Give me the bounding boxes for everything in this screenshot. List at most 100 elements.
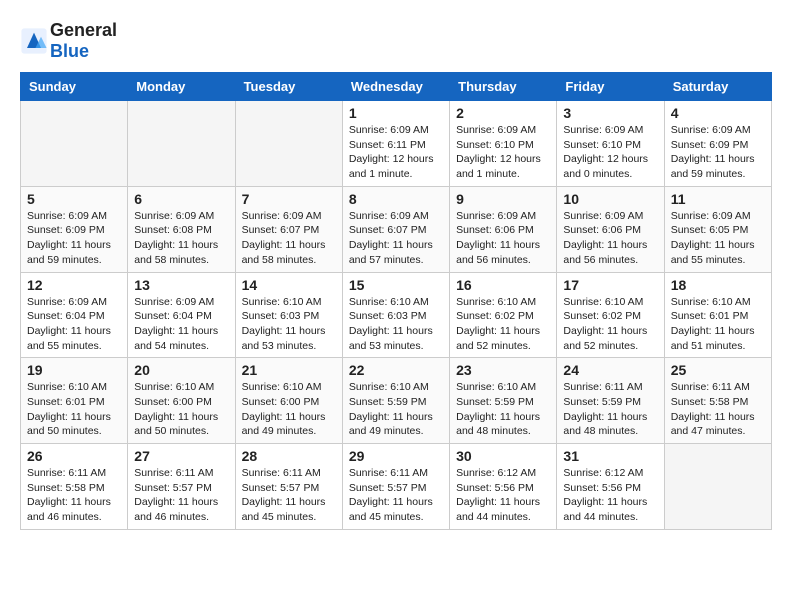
calendar-cell: 18 Sunrise: 6:10 AM Sunset: 6:01 PM Dayli…: [664, 272, 771, 358]
weekday-header: Wednesday: [342, 73, 449, 101]
day-number: 18: [671, 277, 765, 293]
day-number: 10: [563, 191, 657, 207]
day-number: 20: [134, 362, 228, 378]
day-number: 24: [563, 362, 657, 378]
day-info: Sunrise: 6:10 AM Sunset: 6:01 PM Dayligh…: [671, 295, 765, 354]
weekday-header: Friday: [557, 73, 664, 101]
weekday-header: Saturday: [664, 73, 771, 101]
calendar-cell: 15 Sunrise: 6:10 AM Sunset: 6:03 PM Dayli…: [342, 272, 449, 358]
calendar-cell: 29 Sunrise: 6:11 AM Sunset: 5:57 PM Dayli…: [342, 444, 449, 530]
calendar-table: SundayMondayTuesdayWednesdayThursdayFrid…: [20, 72, 772, 530]
calendar-week-row: 26Sunrise: 6:11 AM Sunset: 5:58 PM Dayli…: [21, 444, 772, 530]
day-number: 21: [242, 362, 336, 378]
calendar-cell: 9Sunrise: 6:09 AM Sunset: 6:06 PM Daylig…: [450, 186, 557, 272]
weekday-header: Thursday: [450, 73, 557, 101]
calendar-cell: [664, 444, 771, 530]
day-info: Sunrise: 6:11 AM Sunset: 5:59 PM Dayligh…: [563, 380, 657, 439]
calendar-cell: 11 Sunrise: 6:09 AM Sunset: 6:05 PM Dayli…: [664, 186, 771, 272]
day-info: Sunrise: 6:09 AM Sunset: 6:04 PM Dayligh…: [27, 295, 121, 354]
calendar-cell: [21, 101, 128, 187]
day-info: Sunrise: 6:10 AM Sunset: 6:00 PM Dayligh…: [242, 380, 336, 439]
day-number: 9: [456, 191, 550, 207]
day-info: Sunrise: 6:09 AM Sunset: 6:11 PM Dayligh…: [349, 123, 443, 182]
day-info: Sunrise: 6:10 AM Sunset: 6:02 PM Dayligh…: [456, 295, 550, 354]
calendar-week-row: 19 Sunrise: 6:10 AM Sunset: 6:01 PM Dayli…: [21, 358, 772, 444]
day-info: Sunrise: 6:09 AM Sunset: 6:09 PM Dayligh…: [27, 209, 121, 268]
calendar-cell: 1 Sunrise: 6:09 AM Sunset: 6:11 PM Daylig…: [342, 101, 449, 187]
calendar-cell: 3 Sunrise: 6:09 AM Sunset: 6:10 PM Daylig…: [557, 101, 664, 187]
weekday-header: Tuesday: [235, 73, 342, 101]
day-number: 23: [456, 362, 550, 378]
calendar-cell: 2 Sunrise: 6:09 AM Sunset: 6:10 PM Daylig…: [450, 101, 557, 187]
day-info: Sunrise: 6:09 AM Sunset: 6:08 PM Dayligh…: [134, 209, 228, 268]
weekday-header: Monday: [128, 73, 235, 101]
calendar-cell: 5 Sunrise: 6:09 AM Sunset: 6:09 PM Daylig…: [21, 186, 128, 272]
calendar-cell: 7Sunrise: 6:09 AM Sunset: 6:07 PM Daylig…: [235, 186, 342, 272]
logo-icon: [20, 27, 48, 55]
day-number: 2: [456, 105, 550, 121]
day-number: 30: [456, 448, 550, 464]
day-number: 27: [134, 448, 228, 464]
calendar-cell: 20 Sunrise: 6:10 AM Sunset: 6:00 PM Dayli…: [128, 358, 235, 444]
day-info: Sunrise: 6:10 AM Sunset: 6:03 PM Dayligh…: [349, 295, 443, 354]
calendar-cell: 26Sunrise: 6:11 AM Sunset: 5:58 PM Dayli…: [21, 444, 128, 530]
day-number: 25: [671, 362, 765, 378]
calendar-cell: 31 Sunrise: 6:12 AM Sunset: 5:56 PM Dayli…: [557, 444, 664, 530]
day-number: 3: [563, 105, 657, 121]
calendar-week-row: 5 Sunrise: 6:09 AM Sunset: 6:09 PM Daylig…: [21, 186, 772, 272]
day-number: 11: [671, 191, 765, 207]
day-number: 16: [456, 277, 550, 293]
day-info: Sunrise: 6:10 AM Sunset: 6:00 PM Dayligh…: [134, 380, 228, 439]
day-number: 12: [27, 277, 121, 293]
calendar-cell: 27 Sunrise: 6:11 AM Sunset: 5:57 PM Dayli…: [128, 444, 235, 530]
day-number: 28: [242, 448, 336, 464]
calendar-week-row: 12 Sunrise: 6:09 AM Sunset: 6:04 PM Dayli…: [21, 272, 772, 358]
calendar-cell: 8Sunrise: 6:09 AM Sunset: 6:07 PM Daylig…: [342, 186, 449, 272]
day-info: Sunrise: 6:09 AM Sunset: 6:10 PM Dayligh…: [456, 123, 550, 182]
calendar-week-row: 1 Sunrise: 6:09 AM Sunset: 6:11 PM Daylig…: [21, 101, 772, 187]
calendar-cell: 22Sunrise: 6:10 AM Sunset: 5:59 PM Dayli…: [342, 358, 449, 444]
day-info: Sunrise: 6:11 AM Sunset: 5:58 PM Dayligh…: [27, 466, 121, 525]
day-info: Sunrise: 6:11 AM Sunset: 5:57 PM Dayligh…: [134, 466, 228, 525]
day-info: Sunrise: 6:09 AM Sunset: 6:09 PM Dayligh…: [671, 123, 765, 182]
calendar-cell: 17 Sunrise: 6:10 AM Sunset: 6:02 PM Dayli…: [557, 272, 664, 358]
calendar-cell: 28Sunrise: 6:11 AM Sunset: 5:57 PM Dayli…: [235, 444, 342, 530]
day-info: Sunrise: 6:11 AM Sunset: 5:58 PM Dayligh…: [671, 380, 765, 439]
day-info: Sunrise: 6:11 AM Sunset: 5:57 PM Dayligh…: [349, 466, 443, 525]
day-number: 22: [349, 362, 443, 378]
day-info: Sunrise: 6:09 AM Sunset: 6:10 PM Dayligh…: [563, 123, 657, 182]
logo-text: General Blue: [50, 20, 117, 62]
calendar-cell: 13 Sunrise: 6:09 AM Sunset: 6:04 PM Dayli…: [128, 272, 235, 358]
calendar-cell: 21 Sunrise: 6:10 AM Sunset: 6:00 PM Dayli…: [235, 358, 342, 444]
day-info: Sunrise: 6:10 AM Sunset: 6:02 PM Dayligh…: [563, 295, 657, 354]
day-number: 5: [27, 191, 121, 207]
day-info: Sunrise: 6:09 AM Sunset: 6:05 PM Dayligh…: [671, 209, 765, 268]
logo: General Blue: [20, 20, 117, 62]
day-number: 13: [134, 277, 228, 293]
calendar-header-row: SundayMondayTuesdayWednesdayThursdayFrid…: [21, 73, 772, 101]
calendar-cell: 10 Sunrise: 6:09 AM Sunset: 6:06 PM Dayli…: [557, 186, 664, 272]
day-info: Sunrise: 6:09 AM Sunset: 6:04 PM Dayligh…: [134, 295, 228, 354]
weekday-header: Sunday: [21, 73, 128, 101]
calendar-cell: 14Sunrise: 6:10 AM Sunset: 6:03 PM Dayli…: [235, 272, 342, 358]
day-info: Sunrise: 6:10 AM Sunset: 5:59 PM Dayligh…: [456, 380, 550, 439]
calendar-cell: 4 Sunrise: 6:09 AM Sunset: 6:09 PM Daylig…: [664, 101, 771, 187]
day-number: 4: [671, 105, 765, 121]
day-info: Sunrise: 6:12 AM Sunset: 5:56 PM Dayligh…: [563, 466, 657, 525]
day-info: Sunrise: 6:09 AM Sunset: 6:06 PM Dayligh…: [563, 209, 657, 268]
day-number: 19: [27, 362, 121, 378]
day-number: 8: [349, 191, 443, 207]
day-number: 29: [349, 448, 443, 464]
calendar-cell: [235, 101, 342, 187]
day-number: 17: [563, 277, 657, 293]
calendar-cell: 24 Sunrise: 6:11 AM Sunset: 5:59 PM Dayli…: [557, 358, 664, 444]
calendar-cell: 12 Sunrise: 6:09 AM Sunset: 6:04 PM Dayli…: [21, 272, 128, 358]
day-number: 1: [349, 105, 443, 121]
calendar-cell: 23 Sunrise: 6:10 AM Sunset: 5:59 PM Dayli…: [450, 358, 557, 444]
calendar-cell: 6Sunrise: 6:09 AM Sunset: 6:08 PM Daylig…: [128, 186, 235, 272]
day-number: 31: [563, 448, 657, 464]
calendar-cell: 19 Sunrise: 6:10 AM Sunset: 6:01 PM Dayli…: [21, 358, 128, 444]
day-info: Sunrise: 6:10 AM Sunset: 6:01 PM Dayligh…: [27, 380, 121, 439]
day-number: 15: [349, 277, 443, 293]
day-info: Sunrise: 6:12 AM Sunset: 5:56 PM Dayligh…: [456, 466, 550, 525]
